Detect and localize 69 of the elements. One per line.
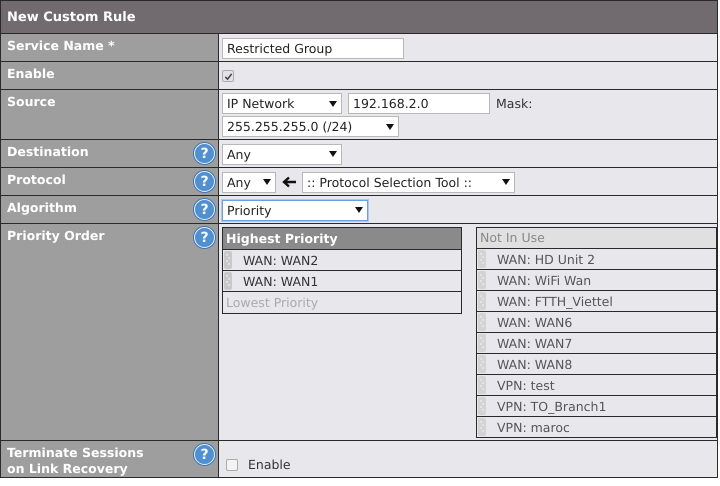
field-label: Source <box>7 94 56 110</box>
checkbox-label: Enable <box>248 457 291 472</box>
panel-title: New Custom Rule <box>7 10 136 24</box>
item-label: VPN: maroc <box>497 420 570 434</box>
field-label: Service Name * <box>7 38 115 54</box>
item-label: VPN: test <box>497 378 555 392</box>
dropdown-select[interactable]: Priority <box>222 200 368 220</box>
item-label: WAN: HD Unit 2 <box>497 252 596 266</box>
item-label: WAN: FTTH_Viettel <box>497 294 613 308</box>
item-label: WAN: WAN6 <box>497 314 572 330</box>
protocol-select[interactable]: Any <box>222 172 276 192</box>
caret-icon <box>263 179 271 185</box>
unused-item[interactable]: WAN: HD Unit 2 <box>477 249 716 270</box>
caret-icon <box>329 151 337 157</box>
help-icon[interactable]: ? <box>194 227 215 248</box>
item-label: WAN: WAN8 <box>497 356 572 372</box>
drag-handle-icon[interactable] <box>224 251 232 269</box>
service-name-field[interactable]: Restricted Group <box>222 38 404 58</box>
unused-item[interactable]: WAN: WAN6 <box>477 312 716 333</box>
unused-item[interactable]: WAN: WAN7 <box>477 333 716 354</box>
drag-handle-icon[interactable] <box>478 355 486 373</box>
field-label: Terminate Sessions on Link Recovery <box>7 445 144 477</box>
item-label: WAN: WAN7 <box>497 336 572 350</box>
unused-item[interactable]: VPN: test <box>477 375 716 396</box>
field-label: Enable <box>7 66 55 82</box>
field-label: Destination <box>7 144 89 160</box>
source-type-select[interactable]: IP Network <box>222 93 342 114</box>
enable-checkbox[interactable] <box>222 70 234 82</box>
field-label: Algorithm <box>7 200 77 216</box>
drag-handle-icon[interactable] <box>478 313 486 331</box>
item-label: WAN: WiFi Wan <box>497 272 592 288</box>
priority-item[interactable]: WAN: WAN2 <box>223 250 461 271</box>
priority-item[interactable]: WAN: WAN1 <box>223 271 461 292</box>
mask-label: Mask: <box>496 96 532 111</box>
unused-item[interactable]: VPN: TO_Branch1 <box>477 396 716 417</box>
item-label: WAN: WAN2 <box>243 252 318 268</box>
help-icon[interactable]: ? <box>194 199 215 220</box>
item-label: WAN: WAN1 <box>243 274 318 288</box>
drag-handle-icon[interactable] <box>478 292 486 310</box>
drag-handle-icon[interactable] <box>478 334 486 352</box>
caret-icon <box>502 179 510 185</box>
unused-item[interactable]: WAN: FTTH_Viettel <box>477 291 716 312</box>
item-label: VPN: TO_Branch1 <box>497 398 606 414</box>
protocol-tool-select[interactable]: :: Protocol Selection Tool :: <box>302 172 515 192</box>
list-footer: Lowest Priority <box>223 292 461 313</box>
drag-handle-icon[interactable] <box>224 272 232 290</box>
left-arrow-icon <box>281 176 297 188</box>
address-field[interactable]: 192.168.2.0 <box>348 93 490 114</box>
caret-icon <box>329 100 337 106</box>
drag-handle-icon[interactable] <box>478 397 486 415</box>
field-label: Protocol <box>7 172 66 188</box>
drag-handle-icon[interactable] <box>478 250 486 268</box>
dropdown-select[interactable]: Any <box>222 144 342 164</box>
field-label: Priority Order <box>7 228 105 244</box>
drag-handle-icon[interactable] <box>478 271 486 289</box>
list-header: Not In Use <box>477 228 716 249</box>
unused-item[interactable]: VPN: maroc <box>477 417 716 437</box>
enable-checkbox[interactable] <box>226 458 238 470</box>
help-icon[interactable]: ? <box>194 143 215 164</box>
drag-handle-icon[interactable] <box>478 376 486 394</box>
unused-item[interactable]: WAN: WiFi Wan <box>477 270 716 291</box>
caret-icon <box>355 207 363 213</box>
caret-icon <box>386 124 394 130</box>
help-icon[interactable]: ? <box>194 171 215 192</box>
list-header: Highest Priority <box>223 228 461 250</box>
drag-handle-icon[interactable] <box>478 418 486 436</box>
unused-item[interactable]: WAN: WAN8 <box>477 354 716 375</box>
help-icon[interactable]: ? <box>194 444 215 465</box>
mask-select[interactable]: 255.255.255.0 (/24) <box>222 116 399 137</box>
